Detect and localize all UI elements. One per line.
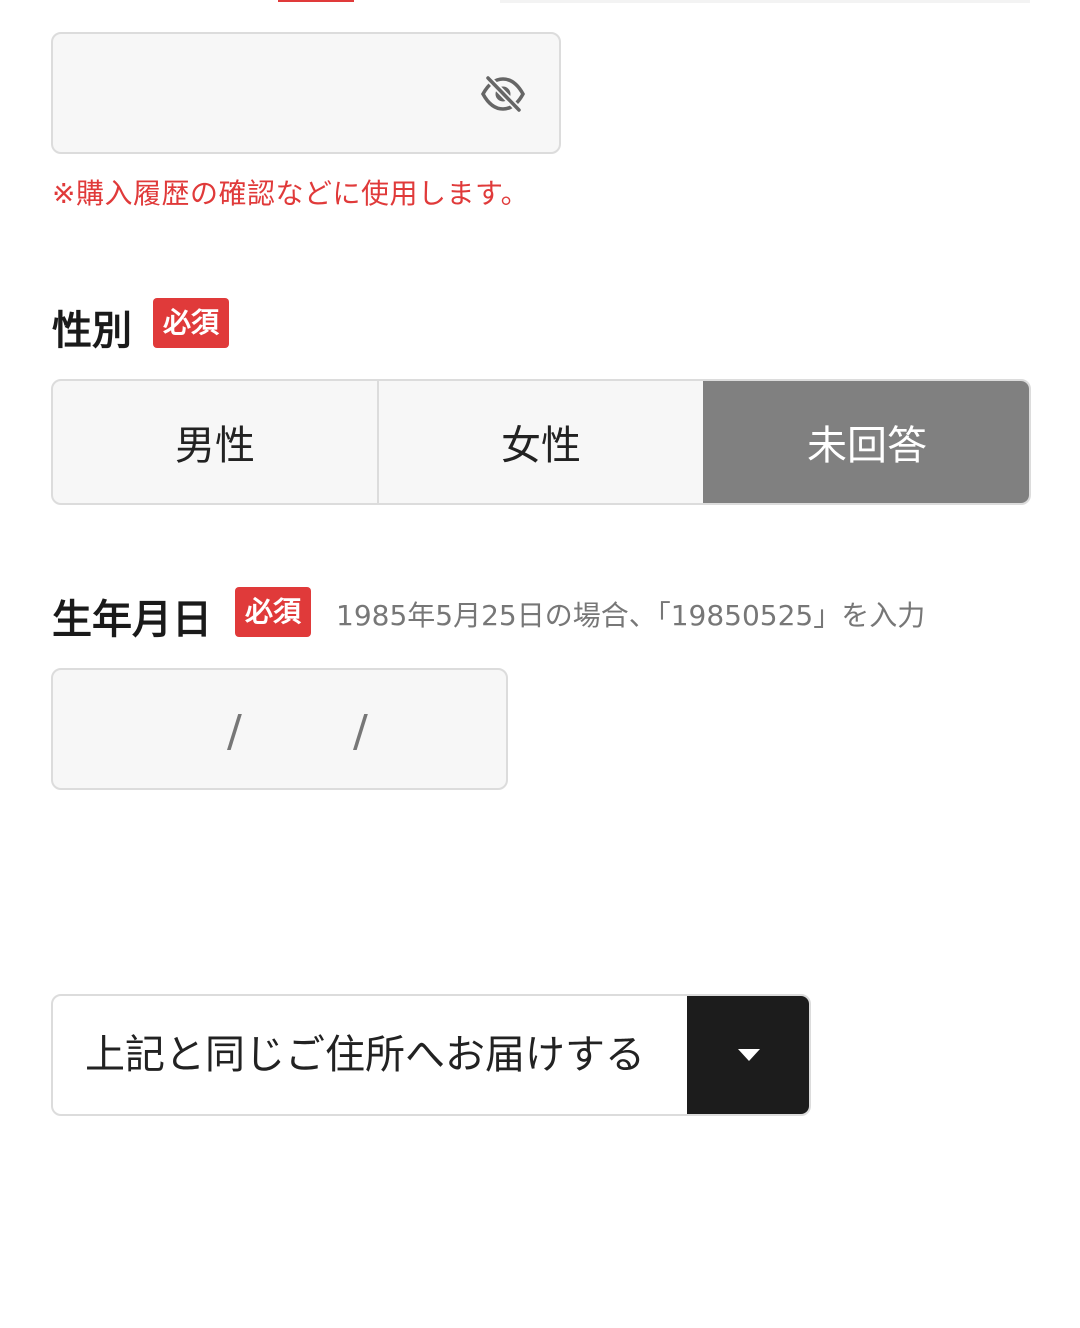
dropdown-toggle-button[interactable] bbox=[687, 996, 809, 1114]
birthdate-hint: 1985年5月25日の場合、「19850525」を入力 bbox=[336, 599, 926, 632]
gender-option-no-answer[interactable]: 未回答 bbox=[703, 381, 1029, 503]
gender-option-male[interactable]: 男性 bbox=[53, 381, 377, 503]
delivery-address-select[interactable]: 上記と同じご住所へお届けする bbox=[51, 994, 811, 1116]
gender-required-badge: 必須 bbox=[153, 298, 230, 348]
password-note: ※購入履歴の確認などに使用します。 bbox=[52, 177, 530, 210]
gender-segmented-control: 男性 女性 未回答 bbox=[51, 379, 1031, 505]
caret-down-icon bbox=[738, 1049, 760, 1061]
date-separator: / bbox=[353, 706, 368, 757]
password-field[interactable] bbox=[51, 32, 561, 154]
birthdate-input[interactable]: / / bbox=[51, 668, 508, 790]
date-separator: / bbox=[227, 706, 242, 757]
previous-required-badge-edge bbox=[278, 0, 354, 2]
delivery-address-selected-value: 上記と同じご住所へお届けする bbox=[85, 1032, 645, 1078]
previous-field-edge bbox=[500, 0, 1030, 3]
eye-off-icon[interactable] bbox=[477, 72, 529, 116]
password-input[interactable] bbox=[73, 64, 473, 124]
birthdate-label: 生年月日 bbox=[52, 597, 212, 643]
birthdate-required-badge: 必須 bbox=[235, 587, 312, 637]
gender-option-female[interactable]: 女性 bbox=[377, 381, 703, 503]
gender-label: 性別 bbox=[52, 308, 132, 354]
